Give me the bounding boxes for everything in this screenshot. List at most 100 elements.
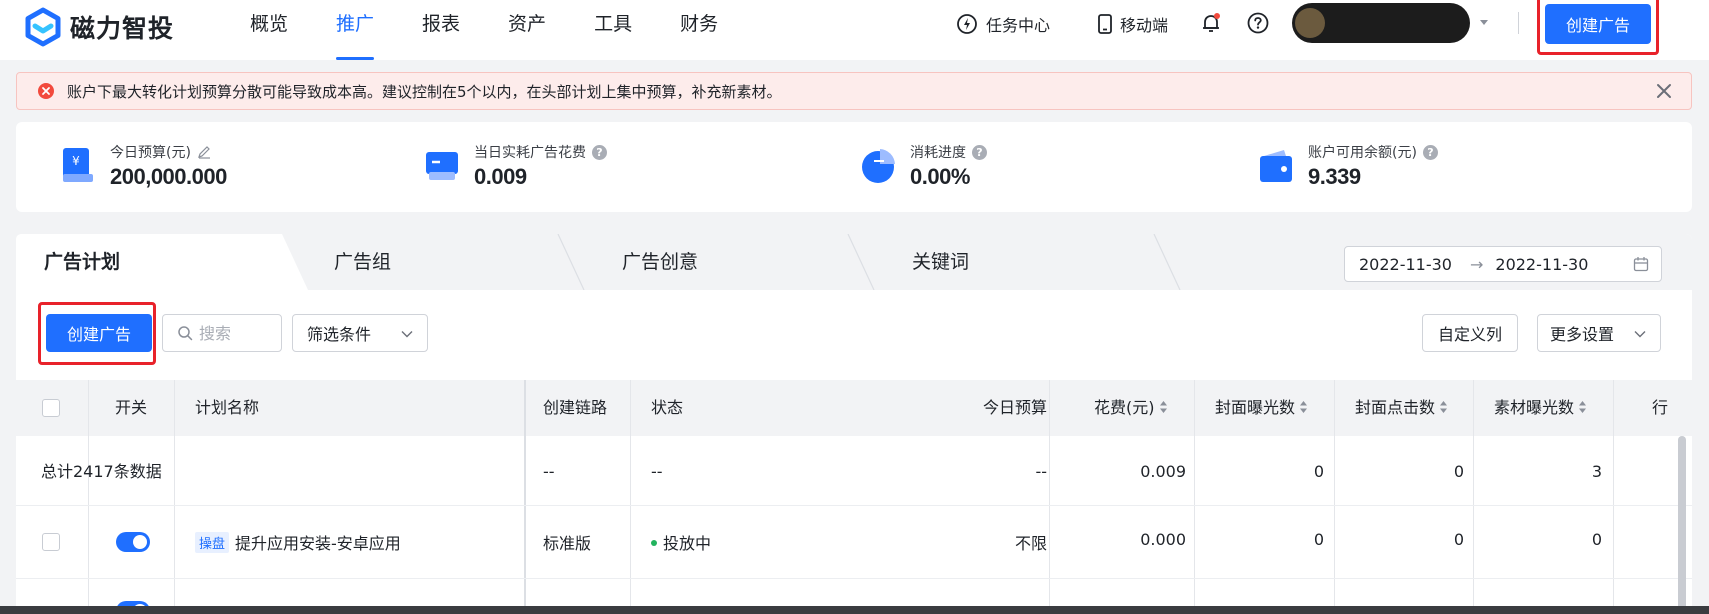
- total-budget: --: [1035, 462, 1047, 481]
- phone-icon: [1098, 14, 1112, 34]
- sort-icon: [1159, 401, 1167, 413]
- campaign-tag: 操盘: [195, 532, 230, 553]
- alert-message: 账户下最大转化计划预算分散可能导致成本高。建议控制在5个以内，在头部计划上集中预…: [67, 82, 782, 101]
- filter-label: 筛选条件: [307, 325, 372, 344]
- purse-icon: [1260, 150, 1292, 182]
- date-separator: →: [1469, 254, 1484, 274]
- nav-item-promotion[interactable]: 推广: [336, 0, 375, 60]
- column-header-spend[interactable]: 花费(元): [1094, 380, 1168, 436]
- stat-today-budget: ¥ 今日预算(元) 200,000.000: [60, 142, 227, 192]
- tab-keywords[interactable]: 关键词: [912, 234, 969, 290]
- column-header-chain: 创建链路: [543, 398, 608, 417]
- total-cover-clicks: 0: [1453, 462, 1464, 481]
- campaign-status: 投放中: [651, 530, 711, 554]
- nav-item-tools[interactable]: 工具: [594, 0, 632, 60]
- tab-separator: [557, 234, 585, 290]
- date-range-picker[interactable]: 2022-11-30 → 2022-11-30: [1344, 246, 1662, 282]
- mobile-label: 移动端: [1120, 16, 1169, 35]
- column-header-cover-clicks[interactable]: 封面点击数: [1355, 380, 1448, 436]
- vertical-scrollbar[interactable]: [1678, 436, 1686, 614]
- custom-columns-button[interactable]: 自定义列: [1422, 314, 1518, 352]
- pie-icon: [862, 149, 895, 183]
- tab-ad-creatives[interactable]: 广告创意: [622, 234, 698, 290]
- stat-consumption-progress: 消耗进度 ? 0.00%: [860, 142, 987, 192]
- column-header-more: 行: [1652, 398, 1669, 417]
- campaign-name[interactable]: 提升应用安装-安卓应用: [235, 534, 401, 553]
- stat-daily-spend: 当日实耗广告花费 ? 0.009: [424, 142, 607, 192]
- top-navigation-bar: 磁力智投 概览 推广 报表 资产 工具 财务 任务中心 移动端 创建广告: [0, 0, 1709, 60]
- campaign-cover-clicks: 0: [1453, 530, 1464, 549]
- campaign-toggle-switch[interactable]: [116, 532, 150, 552]
- campaign-name-cell[interactable]: 操盘 提升应用安装-安卓应用: [195, 530, 401, 554]
- column-header-material-impressions-label: 素材曝光数: [1494, 398, 1575, 417]
- help-icon[interactable]: ?: [972, 144, 987, 160]
- stat-value: 200,000.000: [110, 164, 227, 189]
- table-header: 开关 计划名称 创建链路 状态 今日预算 花费(元) 封面曝光数 封面点击数 素…: [16, 380, 1692, 436]
- task-center-link[interactable]: 任务中心: [956, 12, 1050, 36]
- mobile-link[interactable]: 移动端: [1096, 12, 1168, 36]
- bell-icon[interactable]: [1199, 11, 1223, 35]
- date-start: 2022-11-30: [1359, 254, 1452, 274]
- more-settings-dropdown[interactable]: 更多设置: [1537, 314, 1661, 352]
- total-label: 总计2417条数据: [41, 462, 162, 481]
- chevron-down-icon: [1634, 331, 1646, 338]
- column-header-material-impressions[interactable]: 素材曝光数: [1494, 380, 1587, 436]
- filter-dropdown[interactable]: 筛选条件: [292, 314, 428, 352]
- tab-separator: [1153, 234, 1181, 290]
- edit-icon[interactable]: [197, 145, 211, 159]
- campaign-spend: 0.000: [1140, 530, 1186, 549]
- column-header-status: 状态: [651, 398, 684, 417]
- brand-logo[interactable]: 磁力智投: [22, 6, 174, 48]
- nav-item-overview[interactable]: 概览: [250, 0, 288, 60]
- status-dot: [651, 540, 657, 546]
- window-bottom-edge: [0, 606, 1709, 614]
- sort-icon: [1579, 401, 1587, 413]
- row-checkbox[interactable]: [42, 533, 60, 551]
- calendar-icon: [1633, 257, 1649, 272]
- help-icon[interactable]: [1246, 11, 1270, 35]
- sort-icon: [1440, 401, 1448, 413]
- account-stats-card: ¥ 今日预算(元) 200,000.000 当日实耗广告花费 ? 0.009 消…: [16, 122, 1692, 212]
- ad-management-panel: 广告计划 广告组 广告创意 关键词 2022-11-30 → 2022-11-3…: [16, 234, 1692, 614]
- caret-down-icon[interactable]: [1478, 16, 1490, 28]
- total-chain: --: [543, 462, 555, 481]
- search-icon: [178, 326, 193, 341]
- create-ad-button-top[interactable]: 创建广告: [1545, 4, 1651, 44]
- search-box[interactable]: [162, 314, 282, 352]
- select-all-checkbox[interactable]: [42, 399, 60, 417]
- campaign-budget[interactable]: 不限: [916, 530, 1047, 554]
- campaign-cover-impressions: 0: [1313, 530, 1324, 549]
- error-icon: [38, 83, 54, 99]
- create-ad-button[interactable]: 创建广告: [46, 314, 152, 352]
- help-icon[interactable]: ?: [1422, 144, 1438, 160]
- stat-label: 今日预算(元): [110, 145, 191, 161]
- nav-item-finance[interactable]: 财务: [680, 0, 718, 60]
- tab-ad-groups[interactable]: 广告组: [334, 234, 391, 290]
- total-spend: 0.009: [1140, 462, 1186, 481]
- column-header-spend-label: 花费(元): [1094, 398, 1155, 417]
- custom-columns-label: 自定义列: [1437, 325, 1502, 344]
- wallet-icon: ¥: [63, 148, 93, 182]
- column-header-toggle: 开关: [115, 398, 148, 417]
- total-cover-impressions: 0: [1313, 462, 1324, 481]
- column-header-budget: 今日预算: [982, 398, 1047, 417]
- tab-separator: [847, 234, 875, 290]
- brand-name: 磁力智投: [70, 14, 175, 43]
- column-header-cover-impressions[interactable]: 封面曝光数: [1215, 380, 1308, 436]
- table-row[interactable]: 操盘 提升应用安装-安卓应用 标准版 投放中 不限 0.000 0 0 0: [16, 506, 1692, 579]
- stat-label: 消耗进度: [910, 145, 966, 161]
- stat-label: 当日实耗广告花费: [474, 145, 586, 161]
- search-input[interactable]: [199, 323, 279, 343]
- table-total-row: 总计2417条数据 -- -- -- 0.009 0 0 3: [16, 436, 1692, 506]
- more-settings-label: 更多设置: [1550, 325, 1615, 344]
- main-nav: 概览 推广 报表 资产 工具 财务: [250, 0, 766, 60]
- column-header-cover-impressions-label: 封面曝光数: [1215, 398, 1296, 417]
- nav-item-reports[interactable]: 报表: [422, 0, 460, 60]
- nav-item-assets[interactable]: 资产: [508, 0, 546, 60]
- tab-ad-plans[interactable]: 广告计划: [44, 234, 120, 290]
- help-icon[interactable]: ?: [592, 144, 607, 160]
- stat-value: 0.009: [474, 164, 527, 189]
- close-icon[interactable]: [1655, 82, 1673, 100]
- campaign-status-label: 投放中: [663, 534, 712, 553]
- brand-logo-icon: [25, 7, 61, 47]
